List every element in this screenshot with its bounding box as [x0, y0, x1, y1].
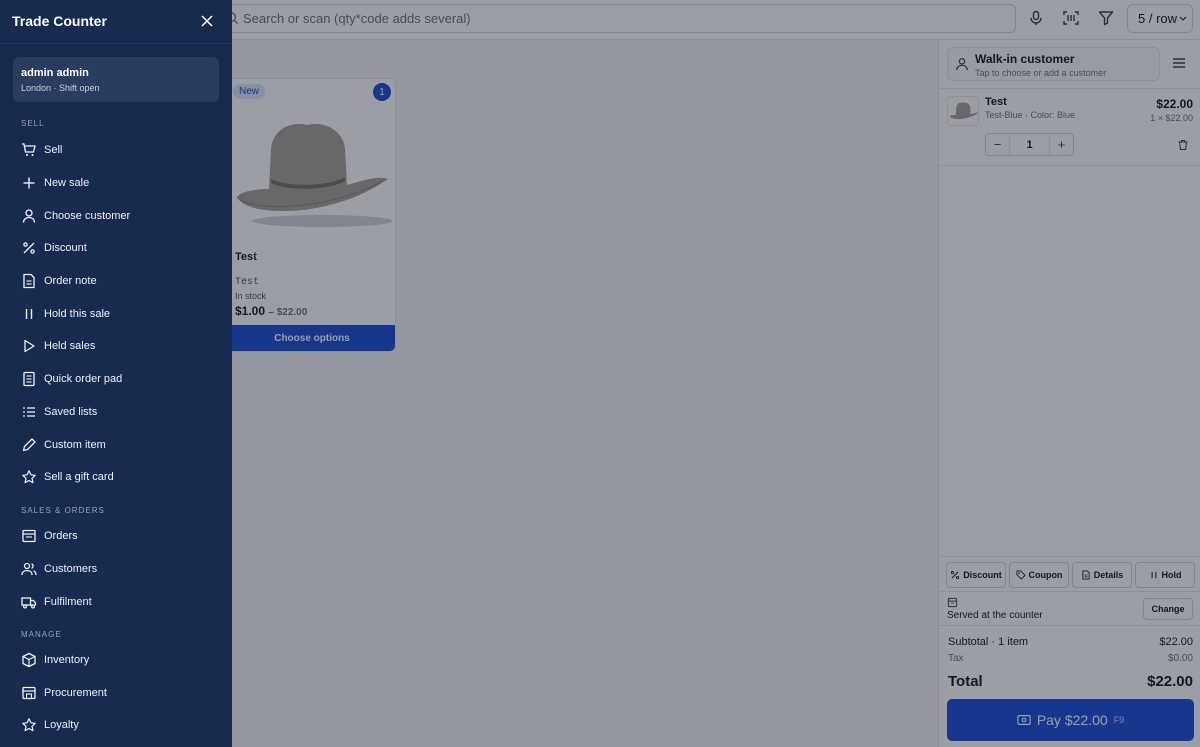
nav-inventory-label: Inventory [44, 654, 90, 666]
plus-icon [23, 177, 35, 189]
nav-sell-label: Sell [44, 144, 63, 156]
percent-icon [23, 242, 35, 254]
nav-orders-label: Orders [44, 530, 78, 542]
nav-custom-item[interactable]: Custom item [0, 430, 232, 460]
section-sell: SELL [21, 119, 45, 128]
nav-sell[interactable]: Sell [0, 135, 232, 165]
store-icon [22, 686, 36, 700]
orders-icon [22, 529, 36, 543]
nav-hold-sale[interactable]: Hold this sale [0, 299, 232, 329]
clipboard-list-icon [23, 371, 35, 387]
close-icon[interactable] [199, 13, 215, 29]
user-name: admin admin [21, 67, 89, 79]
nav-new-sale-label: New sale [44, 177, 90, 189]
nav-gift-card[interactable]: Sell a gift card [0, 462, 232, 492]
nav-quick-order-pad[interactable]: Quick order pad [0, 364, 232, 394]
users-icon [21, 562, 37, 576]
nav-custom-item-label: Custom item [44, 439, 106, 451]
nav-fulfilment-label: Fulfilment [44, 596, 92, 608]
star-icon [22, 718, 36, 732]
nav-discount-label: Discount [44, 242, 87, 254]
nav-discount[interactable]: Discount [0, 233, 232, 263]
nav-procurement[interactable]: Procurement [0, 678, 232, 708]
navigation-drawer: Trade Counter admin admin London · Shift… [0, 0, 232, 747]
nav-order-note-label: Order note [44, 275, 97, 287]
nav-quick-order-pad-label: Quick order pad [44, 373, 123, 385]
section-sales-orders: SALES & ORDERS [21, 506, 105, 515]
nav-order-note[interactable]: Order note [0, 266, 232, 296]
nav-loyalty-label: Loyalty [44, 719, 79, 731]
note-icon [23, 273, 35, 289]
nav-inventory[interactable]: Inventory [0, 645, 232, 675]
drawer-title: Trade Counter [12, 13, 107, 29]
nav-choose-customer-label: Choose customer [44, 210, 131, 222]
pencil-icon [22, 438, 36, 452]
nav-held-sales-label: Held sales [44, 340, 96, 352]
nav-hold-sale-label: Hold this sale [44, 308, 111, 320]
nav-customers[interactable]: Customers [0, 554, 232, 584]
list-icon [23, 407, 35, 417]
nav-saved-lists-label: Saved lists [44, 406, 98, 418]
star-icon [22, 470, 36, 484]
user-icon [22, 209, 36, 223]
nav-held-sales[interactable]: Held sales [0, 331, 232, 361]
pause-icon [25, 309, 33, 319]
truck-icon [21, 597, 37, 609]
cart-icon [22, 143, 36, 156]
nav-loyalty[interactable]: Loyalty [0, 710, 232, 740]
nav-procurement-label: Procurement [44, 687, 107, 699]
nav-gift-card-label: Sell a gift card [44, 471, 114, 483]
user-card: admin admin London · Shift open [13, 57, 219, 102]
section-manage: MANAGE [21, 630, 62, 639]
nav-fulfilment[interactable]: Fulfilment [0, 587, 232, 617]
nav-orders[interactable]: Orders [0, 521, 232, 551]
nav-new-sale[interactable]: New sale [0, 168, 232, 198]
shift-status: London · Shift open [21, 83, 100, 93]
drawer-header: Trade Counter [0, 0, 232, 44]
nav-choose-customer[interactable]: Choose customer [0, 201, 232, 231]
nav-customers-label: Customers [44, 563, 98, 575]
box-icon [22, 652, 36, 668]
nav-saved-lists[interactable]: Saved lists [0, 397, 232, 427]
play-icon [24, 339, 35, 353]
